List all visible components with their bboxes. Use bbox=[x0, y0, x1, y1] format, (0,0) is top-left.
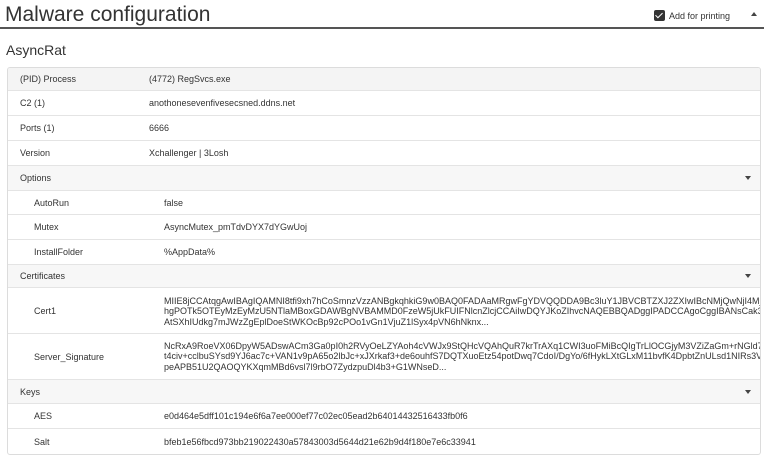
value-line: hgPOTk5OTEyMzEyMzU5NTlaMBoxGDAWBgNVBAMMD… bbox=[164, 306, 761, 317]
section-label: Options bbox=[20, 173, 52, 183]
row-value: anothonesevenfivesecsned.ddns.net bbox=[149, 98, 296, 108]
table-row-c2: C2 (1) anothonesevenfivesecsned.ddns.net bbox=[8, 91, 760, 116]
row-value: (4772) RegSvcs.exe bbox=[149, 74, 231, 84]
row-key: Server_Signature bbox=[34, 351, 105, 362]
row-key: InstallFolder bbox=[34, 247, 84, 257]
row-key: C2 (1) bbox=[20, 98, 46, 108]
add-for-printing-label: Add for printing bbox=[669, 10, 731, 21]
row-value: %AppData% bbox=[164, 247, 216, 257]
row-value: 6666 bbox=[149, 123, 170, 133]
collapse-chevron-up-icon[interactable] bbox=[751, 12, 757, 16]
row-key: (PID) Process bbox=[20, 74, 77, 84]
chevron-down-icon[interactable] bbox=[745, 389, 751, 394]
table-row-installfolder: InstallFolder %AppData% bbox=[8, 240, 760, 265]
table-row-cert1: Cert1 MIIE8jCCAtqgAwIBAgIQAMNI8tfi9xh7hC… bbox=[8, 288, 760, 334]
row-value: bfeb1e56fbcd973bb219022430a57843003d5644… bbox=[164, 436, 476, 447]
value-line: peAPB51U2QAOQYKXqmMBd6vsl7l9rbO7ZydzpuDl… bbox=[164, 361, 447, 372]
row-key: Ports (1) bbox=[20, 123, 55, 133]
section-header-options[interactable]: Options bbox=[8, 166, 760, 191]
row-key: AutoRun bbox=[34, 197, 70, 208]
table-row-mutex: Mutex AsyncMutex_pmTdvDYX7dYGwUoj bbox=[8, 215, 760, 240]
table-row-aes: AES e0d464e5dff101c194e6f6a7ee000ef77c02… bbox=[8, 404, 760, 429]
table-row-autorun: AutoRun false bbox=[8, 191, 760, 215]
table-row-ports: Ports (1) 6666 bbox=[8, 116, 760, 141]
chevron-down-icon[interactable] bbox=[745, 274, 751, 278]
row-value: e0d464e5dff101c194e6f6a7ee000ef77c02ec05… bbox=[164, 411, 468, 421]
add-for-printing-checkbox[interactable] bbox=[654, 10, 665, 21]
row-key: Salt bbox=[34, 436, 50, 447]
row-value-multiline: NcRxA9RoeVX06DpyW5ADswACm3Ga0pI0h2RVyOeL… bbox=[164, 341, 761, 372]
value-line: NcRxA9RoeVX06DpyW5ADswACm3Ga0pI0h2RVyOeL… bbox=[164, 341, 761, 351]
value-line: MIIE8jCCAtqgAwIBAgIQAMNI8tfi9xh7hCoSmnzV… bbox=[164, 296, 761, 306]
row-value-multiline: MIIE8jCCAtqgAwIBAgIQAMNI8tfi9xh7hCoSmnzV… bbox=[164, 296, 761, 327]
value-line: t4civ+cclbuSYsd9YJ6ac7c+VAN1v9pA65o2lbJc… bbox=[164, 351, 761, 362]
section-header-certificates[interactable]: Certificates bbox=[8, 265, 760, 288]
row-value: AsyncMutex_pmTdvDYX7dYGwUoj bbox=[164, 222, 308, 232]
section-header-keys[interactable]: Keys bbox=[8, 380, 760, 404]
section-label: Certificates bbox=[20, 271, 66, 281]
row-key: Mutex bbox=[34, 222, 59, 232]
row-value: false bbox=[164, 197, 184, 208]
row-key: AES bbox=[34, 411, 53, 421]
page-title: Malware configuration bbox=[5, 3, 211, 26]
row-value: Xchallenger | 3Losh bbox=[149, 148, 229, 158]
chevron-down-icon[interactable] bbox=[745, 176, 751, 180]
page-header: Malware configuration Add for printing bbox=[0, 0, 764, 29]
add-for-printing-toggle[interactable]: Add for printing bbox=[654, 9, 730, 22]
malware-family-title: AsyncRat bbox=[6, 42, 66, 58]
row-key: Cert1 bbox=[34, 305, 57, 316]
table-row-salt: Salt bfeb1e56fbcd973bb219022430a57843003… bbox=[8, 429, 760, 454]
table-row-server-signature: Server_Signature NcRxA9RoeVX06DpyW5ADswA… bbox=[8, 334, 760, 380]
section-label: Keys bbox=[20, 386, 41, 397]
table-row-version: Version Xchallenger | 3Losh bbox=[8, 141, 760, 166]
value-line: AtSXhIUdkg7mJWzZgEplDoeStWKOcBp92cPOo1vG… bbox=[164, 316, 489, 327]
row-key: Version bbox=[20, 148, 51, 158]
config-table: (PID) Process (4772) RegSvcs.exe C2 (1) … bbox=[7, 67, 761, 455]
table-row-process: (PID) Process (4772) RegSvcs.exe bbox=[8, 68, 760, 91]
